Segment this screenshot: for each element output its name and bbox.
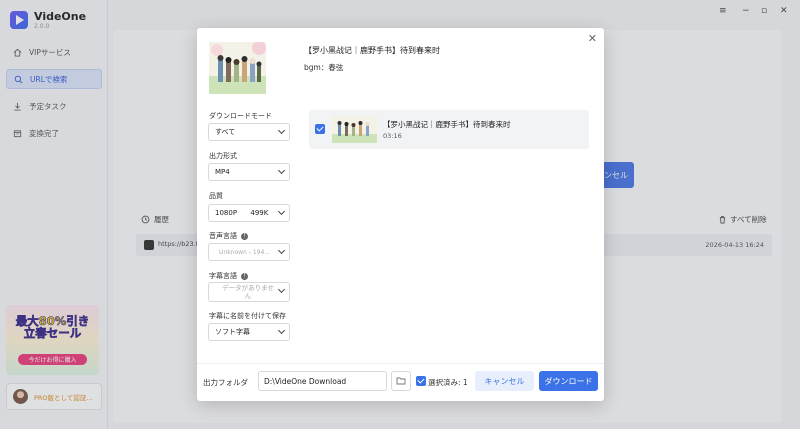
subtitle-language-text: 字幕言語 [209,272,237,280]
subtitle-save-value: ソフト字幕 [215,328,250,336]
chevron-down-icon [277,166,286,175]
chevron-down-icon [277,126,286,135]
output-format-select[interactable]: MP4 [208,163,290,181]
dialog-footer: 出力フォルダ D:\VideOne Download 選択済み: 1 キャンセル… [197,363,604,401]
item-checkbox[interactable] [315,124,325,134]
download-button[interactable]: ダウンロード [539,371,598,391]
cancel-button[interactable]: キャンセル [475,371,534,391]
item-title: 【罗小黑战记｜鹿野手书】待到春来时 [383,120,511,129]
select-all-checkbox[interactable] [416,376,426,386]
selected-count: 選択済み: 1 [428,378,468,387]
video-thumbnail [209,42,266,94]
chevron-down-icon [277,207,286,216]
video-title: 【罗小黑战记｜鹿野手书】待到春来时 [304,46,440,55]
subtitle-language-label: 字幕言語 ! [209,271,248,281]
download-dialog: ✕ 【罗小黑战记｜鹿野手书】待到春来时 bgm：春弦 ダウンロードモード すべて… [197,28,604,401]
audio-language-text: 音声言語 [209,232,237,240]
folder-icon [396,377,406,385]
close-icon[interactable]: ✕ [588,32,597,45]
browse-folder-button[interactable] [391,371,411,391]
output-folder-label: 出力フォルダ [203,378,248,387]
item-thumbnail [332,116,377,143]
output-format-label: 出力形式 [209,152,237,160]
list-item[interactable]: 【罗小黑战记｜鹿野手书】待到春来时 03:16 [309,110,589,149]
audio-language-select[interactable]: Unknown - 194... [208,243,290,261]
chevron-down-icon [277,285,286,294]
download-mode-value: すべて [215,128,236,136]
chevron-down-icon [277,326,286,335]
download-mode-label: ダウンロードモード [209,112,272,120]
subtitle-language-select[interactable]: データがありません [208,282,290,302]
info-icon[interactable]: ! [241,272,248,280]
video-subtitle: bgm：春弦 [304,63,344,72]
subtitle-save-label: 字幕に名前を付けて保存 [209,312,286,320]
audio-language-label: 音声言語 ! [209,231,248,241]
chevron-down-icon [277,246,286,255]
quality-value: 1080P 499K [215,209,269,217]
quality-label: 品質 [209,192,223,200]
item-duration: 03:16 [383,132,402,140]
output-format-value: MP4 [215,168,230,176]
subtitle-save-select[interactable]: ソフト字幕 [208,323,290,341]
output-folder-input[interactable]: D:\VideOne Download [258,371,387,391]
quality-select[interactable]: 1080P 499K [208,204,290,222]
subtitle-language-value: データがありません [222,284,274,300]
download-mode-select[interactable]: すべて [208,123,290,141]
info-icon[interactable]: ! [241,232,248,240]
app-window: VideOne 2.0.0 VIPサービス URLで検索 予定タスク 変換完了 [0,0,800,429]
audio-language-value: Unknown - 194... [219,248,271,256]
